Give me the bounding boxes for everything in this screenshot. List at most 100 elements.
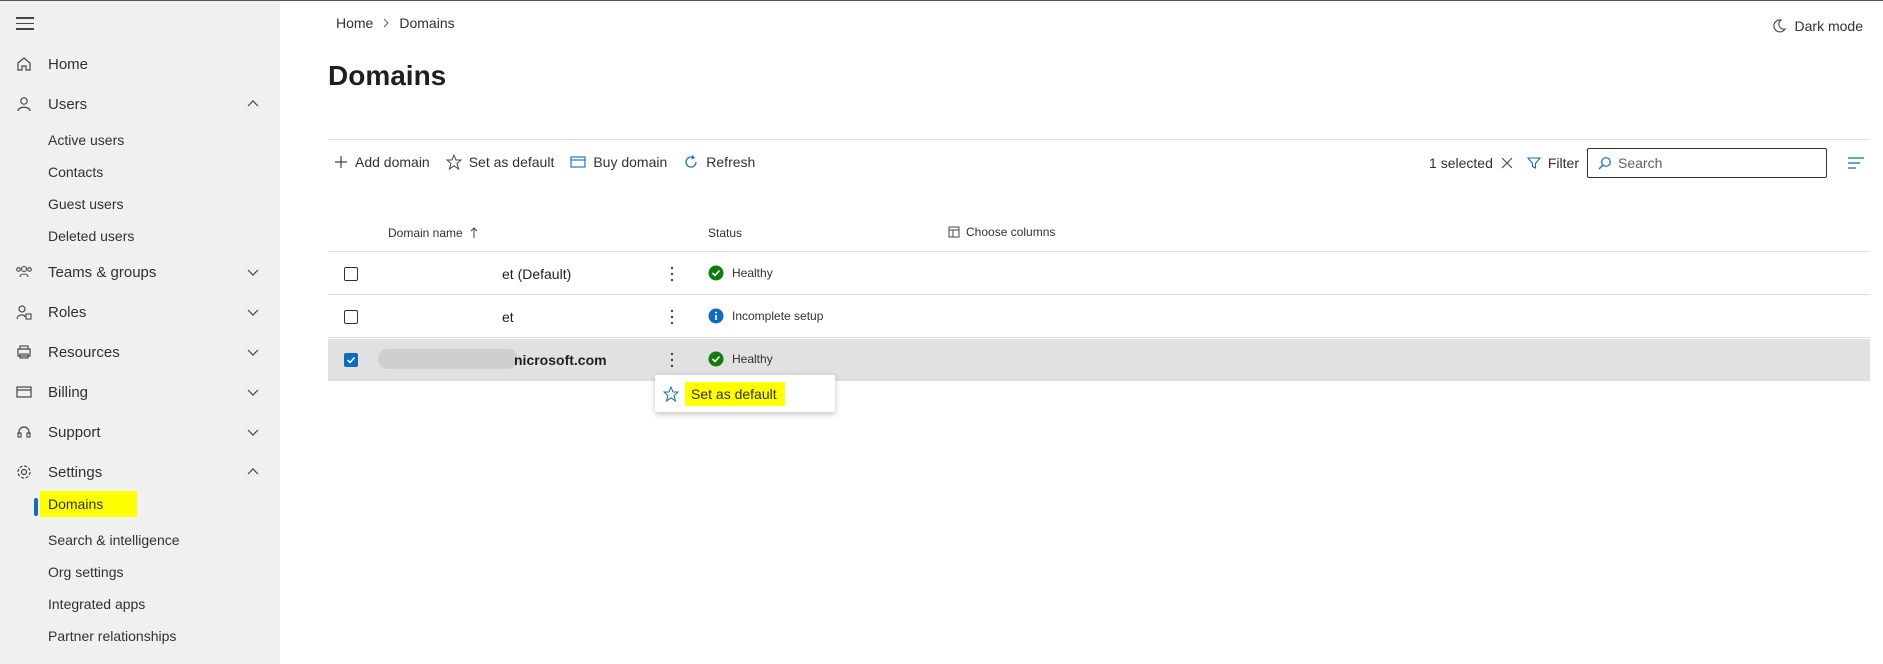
chevron-up-icon[interactable] [246, 97, 260, 111]
choose-columns-button[interactable]: Choose columns [948, 225, 1055, 239]
sidebar-item-label: Roles [48, 303, 87, 321]
status-cell: Healthy [708, 351, 773, 367]
domain-name[interactable]: et (Default) [502, 266, 571, 282]
sidebar-item-label: Users [48, 95, 88, 113]
top-border [0, 0, 1883, 1]
table-row[interactable]: et (Default) Healthy [328, 253, 1870, 295]
info-icon [708, 308, 724, 324]
breadcrumb-current: Domains [399, 15, 455, 31]
row-checkbox-checked[interactable] [344, 353, 358, 367]
breadcrumb-home[interactable]: Home [336, 15, 373, 31]
sidebar: Home Users Active users Contacts Guest u… [0, 1, 280, 664]
sidebar-item-roles[interactable]: Roles [0, 296, 280, 328]
row-checkbox[interactable] [344, 267, 358, 281]
chevron-right-icon [384, 18, 390, 28]
sidebar-item-contacts[interactable]: Contacts [48, 164, 103, 180]
headset-icon [15, 423, 33, 441]
more-options-icon[interactable] [670, 265, 674, 283]
sidebar-item-guest-users[interactable]: Guest users [48, 196, 123, 212]
checkmark-icon [346, 356, 356, 364]
sidebar-item-label: Settings [48, 463, 103, 481]
sidebar-item-label: Teams & groups [48, 263, 157, 281]
credit-card-icon [15, 383, 33, 401]
sidebar-item-home[interactable]: Home [0, 48, 280, 80]
sidebar-item-label: Resources [48, 343, 120, 361]
page-title: Domains [328, 60, 447, 91]
sidebar-item-resources[interactable]: Resources [0, 336, 280, 368]
hamburger-menu-icon[interactable] [16, 17, 34, 31]
gear-icon [15, 463, 33, 481]
healthy-check-icon [708, 265, 724, 281]
filter-icon [1526, 157, 1541, 169]
buy-domain-button[interactable]: Buy domain [570, 154, 667, 170]
sidebar-item-domains[interactable]: Domains [40, 491, 138, 517]
command-bar: Add domain Set as default Buy domain Ref… [328, 151, 771, 173]
sidebar-item-active-users[interactable]: Active users [48, 132, 124, 148]
plus-icon [335, 156, 347, 168]
sidebar-item-integrated-apps[interactable]: Integrated apps [48, 596, 145, 612]
redacted-blur [378, 349, 518, 369]
toolbar-right: 1 selected Filter Search [1429, 148, 1865, 178]
dark-mode-label: Dark mode [1794, 18, 1863, 34]
context-menu-set-default[interactable]: Set as default [685, 381, 785, 406]
sidebar-item-deleted-users[interactable]: Deleted users [48, 228, 134, 244]
printer-icon [15, 343, 33, 361]
sidebar-item-search-intelligence[interactable]: Search & intelligence [48, 532, 180, 548]
chevron-down-icon[interactable] [246, 425, 260, 439]
selected-count: 1 selected [1429, 155, 1493, 171]
clear-selection-icon[interactable] [1501, 157, 1513, 169]
status-text: Incomplete setup [732, 309, 824, 323]
dark-mode-toggle[interactable]: Dark mode [1771, 18, 1863, 34]
status-cell: Healthy [708, 265, 773, 281]
filter-button[interactable]: Filter [1526, 155, 1579, 171]
status-text: Healthy [732, 266, 773, 280]
chevron-down-icon[interactable] [246, 305, 260, 319]
star-icon [445, 154, 462, 170]
sidebar-item-label: Support [48, 423, 101, 441]
sidebar-item-partner-relationships[interactable]: Partner relationships [48, 628, 176, 644]
choose-columns-label: Choose columns [966, 225, 1056, 239]
set-default-label: Set as default [468, 154, 555, 170]
credit-card-icon [570, 156, 586, 168]
divider [328, 139, 1870, 140]
add-domain-button[interactable]: Add domain [334, 154, 430, 170]
column-header-status[interactable]: Status [708, 226, 742, 240]
person-key-icon [15, 303, 33, 321]
more-options-icon[interactable] [670, 308, 674, 326]
table-row[interactable]: et Incomplete setup [328, 296, 1870, 338]
moon-icon [1772, 19, 1786, 33]
columns-icon [948, 226, 960, 238]
column-header-domain-label: Domain name [388, 226, 463, 240]
person-icon [15, 95, 33, 113]
status-cell: Incomplete setup [708, 308, 823, 324]
domain-name[interactable]: nicrosoft.com [514, 352, 607, 368]
buy-domain-label: Buy domain [593, 154, 668, 170]
column-header-domain[interactable]: Domain name [388, 226, 479, 240]
chevron-down-icon[interactable] [246, 265, 260, 279]
sidebar-item-support[interactable]: Support [0, 416, 280, 448]
refresh-label: Refresh [706, 154, 756, 170]
star-icon [663, 385, 679, 402]
context-menu: Set as default [655, 375, 835, 412]
chevron-down-icon[interactable] [246, 345, 260, 359]
table-row-selected[interactable]: nicrosoft.com Healthy [328, 339, 1870, 381]
people-icon [15, 263, 33, 281]
row-checkbox[interactable] [344, 310, 358, 324]
refresh-button[interactable]: Refresh [683, 154, 755, 170]
more-options-icon[interactable] [670, 351, 674, 369]
sidebar-item-billing[interactable]: Billing [0, 376, 280, 408]
sidebar-item-users[interactable]: Users [0, 88, 280, 120]
set-default-button[interactable]: Set as default [445, 154, 555, 170]
sidebar-item-org-settings[interactable]: Org settings [48, 564, 123, 580]
search-input[interactable]: Search [1587, 148, 1827, 178]
table-header: Domain name Status Choose columns [328, 222, 1870, 252]
domain-name[interactable]: et [502, 309, 514, 325]
healthy-check-icon [708, 351, 724, 367]
chevron-down-icon[interactable] [246, 385, 260, 399]
sidebar-item-teams[interactable]: Teams & groups [0, 256, 280, 288]
breadcrumb: Home Domains [336, 15, 455, 31]
sidebar-item-settings[interactable]: Settings [0, 456, 280, 488]
search-icon [1598, 157, 1611, 170]
view-options-icon[interactable] [1847, 156, 1865, 170]
chevron-up-icon[interactable] [246, 465, 260, 479]
